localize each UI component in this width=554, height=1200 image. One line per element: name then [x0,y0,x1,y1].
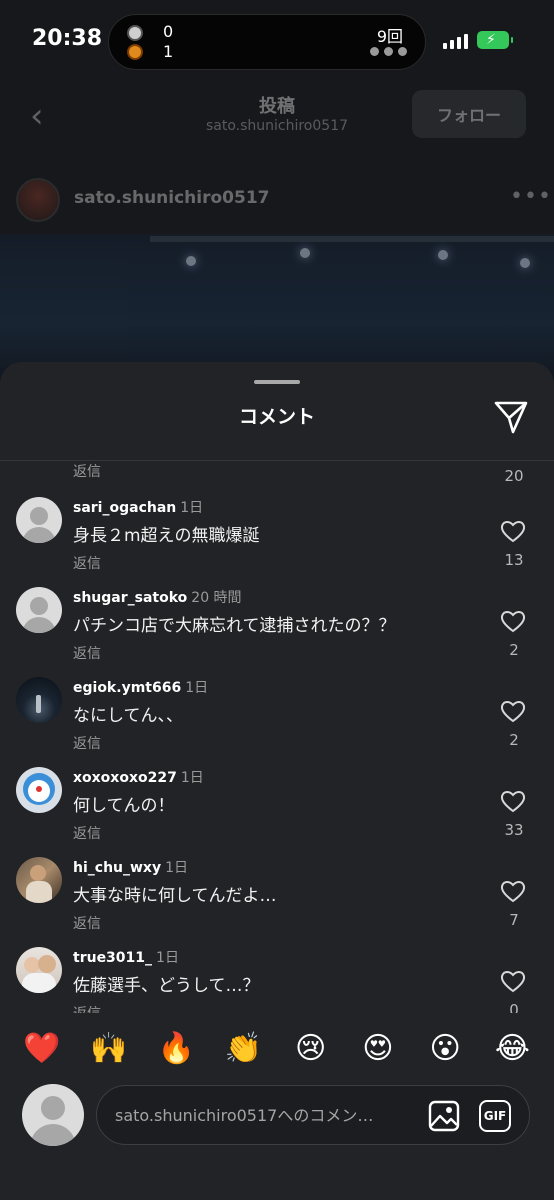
avatar[interactable] [16,767,62,813]
sheet-title: コメント [238,406,315,428]
comment-username: hi_chu_wxy 1日 [73,857,188,877]
comment-text: 何してんの！ [73,796,175,816]
reply-link[interactable]: 返信 [73,553,101,573]
comment-username: true3011_ 1日 [73,947,179,967]
emoji-surprised[interactable]: 😮 [418,1031,472,1066]
my-avatar [22,1084,84,1146]
heart-icon[interactable] [500,879,526,903]
battery-icon: ⚡ [477,31,513,49]
comment-username: shugar_satoko 20 時間 [73,587,242,607]
stage-rig [150,236,554,242]
emoji-laughing[interactable]: 😂 [485,1031,539,1066]
avatar[interactable] [16,677,62,723]
heart-icon[interactable] [500,699,526,723]
list-item: sari_ogachan 1日 身長２m超えの無職爆誕 返信 13 [0,497,554,587]
comment-text: 身長２m超えの無職爆誕 [73,526,260,546]
username-text[interactable]: shugar_satoko [73,590,187,606]
username-text[interactable]: egiok.ymt666 [73,680,181,696]
inning-label: 9回 [376,27,403,46]
comment-time: 1日 [165,860,189,876]
post-author-avatar[interactable] [16,178,60,222]
list-item: xoxoxoxo227 1日 何してんの！ 返信 33 [0,767,554,857]
stage-light [520,258,530,268]
comment-time: 1日 [156,950,179,966]
emoji-raised-hands[interactable]: 🙌 [82,1031,136,1066]
post-background: ‹ 投稿 sato.shunichiro0517 フォロー sato.shuni… [0,84,554,384]
like-count: 7 [509,911,519,929]
heart-icon[interactable] [500,969,526,993]
emoji-fire[interactable]: 🔥 [149,1031,203,1066]
comment-text: 大事な時に何してんだよ… [73,886,277,906]
like-count: 33 [504,821,524,839]
comment-username: xoxoxoxo227 1日 [73,767,204,787]
comment-time: 1日 [185,680,209,696]
like-count: 0 [509,1001,519,1013]
comment-time: 1日 [180,500,204,516]
avatar[interactable] [16,857,62,903]
comment-username: sari_ogachan 1日 [73,497,203,517]
list-item: true3011_1日 佐藤選手、どうして…？ 返信 0 [0,947,554,1013]
list-item: shugar_satoko 20 時間 パチンコ店で大麻忘れて逮捕されたの？？ 返… [0,587,554,677]
like-count: 13 [504,551,524,569]
emoji-reaction-bar: ❤️ 🙌 🔥 👏 😢 😍 😮 😂 [0,1016,554,1080]
follow-button[interactable]: フォロー [412,90,526,138]
reply-link[interactable]: 返信 [73,1003,101,1013]
stage-light [186,256,196,266]
more-options-icon[interactable]: ••• [510,184,552,209]
stage-light [300,248,310,258]
like-count: 2 [509,641,519,659]
emoji-clap[interactable]: 👏 [216,1031,270,1066]
like-count: 2 [509,731,519,749]
base-dots [370,47,407,56]
username-text[interactable]: true3011_ [73,950,152,966]
stage-light [438,250,448,260]
score-top: 0 [163,22,174,41]
reply-link[interactable]: 返信 [73,461,101,481]
post-author-username[interactable]: sato.shunichiro0517 [74,188,270,208]
heart-icon[interactable] [500,609,526,633]
reply-link[interactable]: 返信 [73,643,101,663]
score-bottom: 1 [163,42,174,61]
status-bar: 20:38 0 1 9回 ⚡ [0,0,554,84]
reply-link[interactable]: 返信 [73,823,101,843]
username-text[interactable]: xoxoxoxo227 [73,770,177,786]
clock: 20:38 [32,26,103,51]
comment-list[interactable]: 返信 20 sari_ogachan 1日 身長２m超えの無職爆誕 返信 13 s… [0,461,554,1013]
like-count: 20 [504,467,524,485]
avatar[interactable] [16,947,62,993]
gif-button[interactable]: GIF [479,1100,511,1132]
team-logo-icon [127,25,143,41]
emoji-crying[interactable]: 😢 [284,1031,338,1066]
comment-composer: GIF [0,1080,554,1200]
image-icon[interactable] [427,1099,461,1133]
comment-input[interactable] [115,1100,411,1130]
sheet-grabber[interactable] [254,380,300,384]
comment-username: egiok.ymt666 1日 [73,677,208,697]
comment-time: 1日 [180,770,204,786]
team-logo-icon [127,44,143,60]
comment-text: なにしてん、、 [73,706,183,726]
username-text[interactable]: hi_chu_wxy [73,860,161,876]
send-icon[interactable] [492,398,530,436]
list-item: hi_chu_wxy 1日 大事な時に何してんだよ… 返信 7 [0,857,554,947]
emoji-heart[interactable]: ❤️ [15,1031,69,1066]
reply-link[interactable]: 返信 [73,733,101,753]
live-activity-scoreboard[interactable]: 0 1 9回 [108,14,426,70]
reply-link[interactable]: 返信 [73,913,101,933]
username-text[interactable]: sari_ogachan [73,500,176,516]
heart-icon[interactable] [500,789,526,813]
heart-icon[interactable] [500,519,526,543]
comment-text: パチンコ店で大麻忘れて逮捕されたの？？ [73,616,396,636]
comment-time: 20 時間 [191,590,242,606]
comment-field[interactable]: GIF [96,1085,530,1145]
signal-icon [443,33,468,49]
avatar[interactable] [16,587,62,633]
comment-text: 佐藤選手、どうして…？ [73,976,260,996]
emoji-heart-eyes[interactable]: 😍 [351,1031,405,1066]
avatar[interactable] [16,497,62,543]
list-item: egiok.ymt666 1日 なにしてん、、 返信 2 [0,677,554,767]
